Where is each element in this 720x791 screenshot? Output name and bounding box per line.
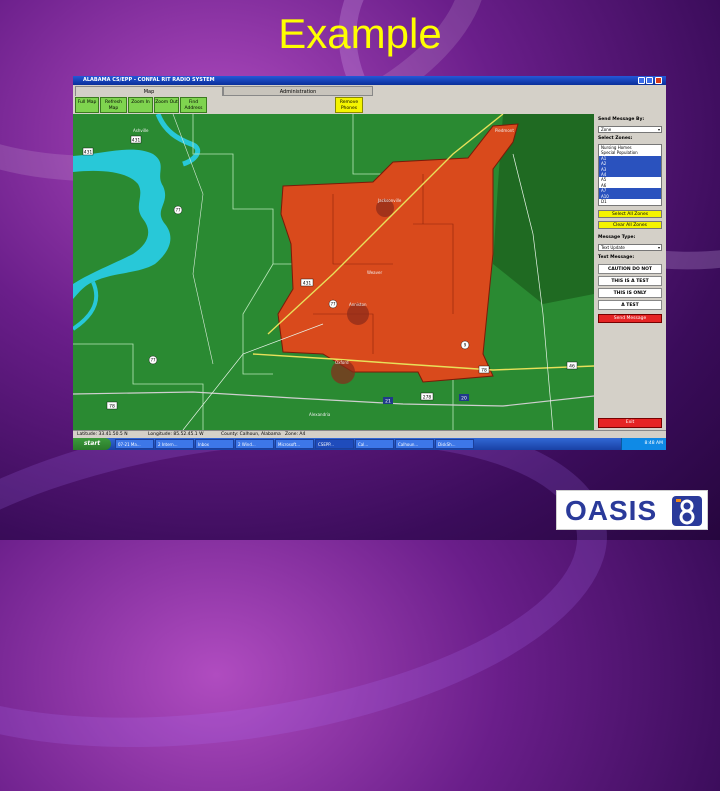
start-button[interactable]: start — [73, 438, 111, 450]
place-label: Anniston — [349, 302, 367, 307]
route-shield-label: 78 — [109, 404, 115, 410]
tab-map[interactable]: Map — [75, 86, 223, 96]
zones-listbox[interactable]: Nursing Homes Special Population A1 A2 A… — [598, 144, 662, 206]
message-line[interactable]: A TEST — [598, 300, 662, 310]
message-panel: Send Message By: Zone ▾ Select Zones: Nu… — [594, 114, 666, 430]
clear-all-zones-button[interactable]: Clear All Zones — [598, 221, 662, 229]
message-line[interactable]: THIS IS A TEST — [598, 276, 662, 286]
tab-bar: Map Administration — [73, 86, 666, 96]
place-label: Alexandria — [309, 412, 331, 417]
place-label: Jacksonville — [377, 198, 402, 203]
select-all-zones-button[interactable]: Select All Zones — [598, 210, 662, 218]
place-label: Weaver — [367, 270, 382, 275]
remove-phones-button[interactable]: Remove Phones — [335, 97, 363, 113]
application-window: ALABAMA CS/EPP - CONFAL RIT RADIO SYSTEM… — [73, 76, 666, 450]
taskbar-item[interactable]: 2 Wind... — [235, 439, 274, 449]
text-message-label: Text Message: — [598, 255, 635, 260]
oasis-logo: OASIS — [556, 490, 708, 530]
taskbar-item[interactable]: DiskSh... — [435, 439, 474, 449]
place-label: Piedmont — [495, 128, 514, 133]
tab-administration[interactable]: Administration — [223, 86, 373, 96]
map-toolbar: Full Map Refresh Map Zoom In Zoom Out Fi… — [73, 96, 666, 114]
clock: 8:48 AM — [644, 441, 664, 446]
find-address-button[interactable]: Find Address — [180, 97, 207, 113]
route-shield-label: 77 — [150, 358, 156, 363]
message-line[interactable]: CAUTION DO NOT — [598, 264, 662, 274]
zone-item[interactable]: D1 — [599, 199, 661, 204]
slide-title: Example — [278, 10, 442, 57]
taskbar-item-active[interactable]: CSEPP... — [315, 439, 354, 449]
send-message-button[interactable]: Send Message — [598, 314, 662, 323]
window-title: ALABAMA CS/EPP - CONFAL RIT RADIO SYSTEM — [83, 77, 215, 83]
message-type-value: Text Update — [601, 245, 625, 250]
exit-button[interactable]: Exit — [598, 418, 662, 428]
windows-taskbar: start 07-21 Ma... 2 Intern... Inbox 2 Wi… — [73, 438, 666, 450]
map-canvas[interactable]: 431 431 431 77 77 77 278 78 78 20 21 9 4… — [73, 114, 594, 430]
zoom-in-button[interactable]: Zoom In — [128, 97, 153, 113]
route-shield-label: 20 — [461, 396, 467, 402]
route-shield-label: 431 — [303, 281, 312, 287]
taskbar-item[interactable]: 2 Intern... — [155, 439, 194, 449]
route-shield-label: 21 — [385, 399, 391, 405]
map-view[interactable]: 431 431 431 77 77 77 278 78 78 20 21 9 4… — [73, 114, 594, 430]
send-by-select[interactable]: Zone ▾ — [598, 126, 662, 133]
maximize-button[interactable] — [646, 77, 653, 84]
refresh-map-button[interactable]: Refresh Map — [100, 97, 127, 113]
message-line[interactable]: THIS IS ONLY — [598, 288, 662, 298]
taskbar-item[interactable]: 07-21 Ma... — [115, 439, 154, 449]
send-by-value: Zone — [601, 127, 612, 132]
full-map-button[interactable]: Full Map — [75, 97, 99, 113]
oasis-logo-text: OASIS — [565, 495, 658, 526]
zoom-out-button[interactable]: Zoom Out — [154, 97, 179, 113]
minimize-button[interactable] — [638, 77, 645, 84]
message-type-label: Message Type: — [598, 235, 636, 240]
place-label: Oxford — [335, 360, 349, 365]
route-shield-label: 9 — [464, 343, 467, 348]
system-tray: 8:48 AM — [621, 438, 666, 450]
route-shield-label: 78 — [481, 368, 487, 374]
close-button[interactable] — [655, 77, 662, 84]
oasis-mark-icon — [672, 496, 702, 526]
route-shield-label: 431 — [84, 150, 93, 156]
route-shield-label: 278 — [423, 395, 432, 401]
message-type-select[interactable]: Text Update ▾ — [598, 244, 662, 251]
route-shield-label: 77 — [330, 302, 336, 307]
taskbar-item[interactable]: Microsoft... — [275, 439, 314, 449]
chevron-down-icon: ▾ — [657, 127, 660, 132]
taskbar-item[interactable]: Cal... — [355, 439, 394, 449]
taskbar-item[interactable]: Calhoun... — [395, 439, 434, 449]
place-label: Ashville — [133, 128, 149, 133]
send-by-label: Send Message By: — [598, 117, 645, 122]
window-titlebar: ALABAMA CS/EPP - CONFAL RIT RADIO SYSTEM — [73, 76, 666, 85]
zones-label: Select Zones: — [598, 136, 633, 141]
route-shield-label: 77 — [175, 208, 181, 213]
taskbar-item[interactable]: Inbox — [195, 439, 234, 449]
route-shield-label: 46 — [569, 364, 575, 370]
route-shield-label: 431 — [132, 138, 141, 144]
chevron-down-icon: ▾ — [657, 245, 660, 250]
